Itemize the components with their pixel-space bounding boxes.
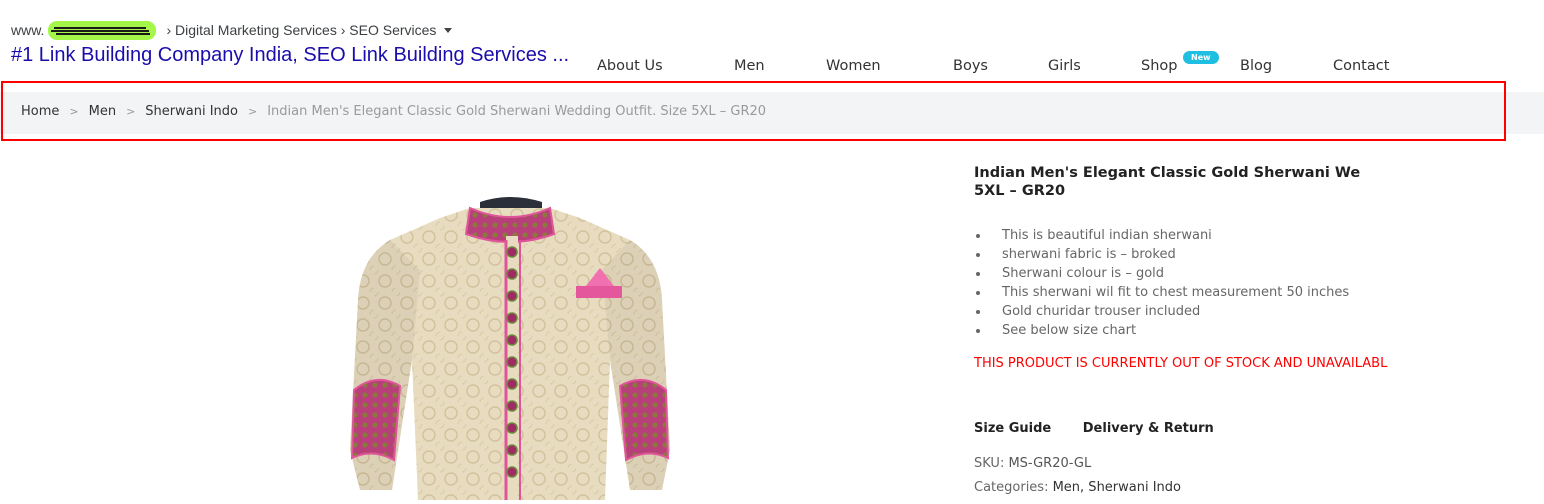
nav-shop[interactable]: Shop <box>1141 58 1177 74</box>
product-features: This is beautiful indian sherwani sherwa… <box>974 226 1349 340</box>
product-categories: Categories: Men, Sherwani Indo <box>974 480 1181 495</box>
chevron-down-icon[interactable] <box>444 27 453 33</box>
nav-girls[interactable]: Girls <box>1048 58 1081 74</box>
annotation-highlight-box <box>1 81 1506 141</box>
product-title: Indian Men's Elegant Classic Gold Sherwa… <box>974 164 1544 200</box>
product-sku: SKU: MS-GR20-GL <box>974 456 1091 471</box>
sherwani-image <box>350 197 670 500</box>
serp-result-url[interactable]: www. › Digital Marketing Services › SEO … <box>11 21 453 40</box>
new-badge: New <box>1183 51 1219 64</box>
redaction-scribble <box>46 21 164 40</box>
list-item: Gold churidar trouser included <box>974 302 1349 321</box>
main-nav: About Us Men Women Boys Girls Shop Blog … <box>0 58 1544 78</box>
nav-boys[interactable]: Boys <box>953 58 988 74</box>
serp-url-path: › Digital Marketing Services › SEO Servi… <box>166 22 437 38</box>
product-tabs: Size Guide Delivery & Return <box>974 421 1241 436</box>
serp-url-prefix: www. <box>11 22 45 38</box>
product-title-line2: 5XL – GR20 <box>974 183 1066 199</box>
categories-label: Categories: <box>974 480 1049 495</box>
categories-value[interactable]: Men, Sherwani Indo <box>1053 480 1181 495</box>
sku-value: MS-GR20-GL <box>1008 456 1092 471</box>
stock-notice: THIS PRODUCT IS CURRENTLY OUT OF STOCK A… <box>974 356 1388 371</box>
list-item: sherwani fabric is – broked <box>974 245 1349 264</box>
list-item: This is beautiful indian sherwani <box>974 226 1349 245</box>
size-guide-link[interactable]: Size Guide <box>974 421 1051 436</box>
list-item: This sherwani wil fit to chest measureme… <box>974 283 1349 302</box>
nav-about-us[interactable]: About Us <box>597 58 663 74</box>
product-title-line1: Indian Men's Elegant Classic Gold Sherwa… <box>974 165 1361 181</box>
nav-women[interactable]: Women <box>826 58 881 74</box>
list-item: Sherwani colour is – gold <box>974 264 1349 283</box>
list-item: See below size chart <box>974 321 1349 340</box>
product-image[interactable] <box>330 160 690 500</box>
nav-blog[interactable]: Blog <box>1240 58 1272 74</box>
delivery-return-link[interactable]: Delivery & Return <box>1083 421 1214 436</box>
nav-men[interactable]: Men <box>734 58 765 74</box>
sku-label: SKU: <box>974 456 1005 471</box>
nav-contact[interactable]: Contact <box>1333 58 1389 74</box>
